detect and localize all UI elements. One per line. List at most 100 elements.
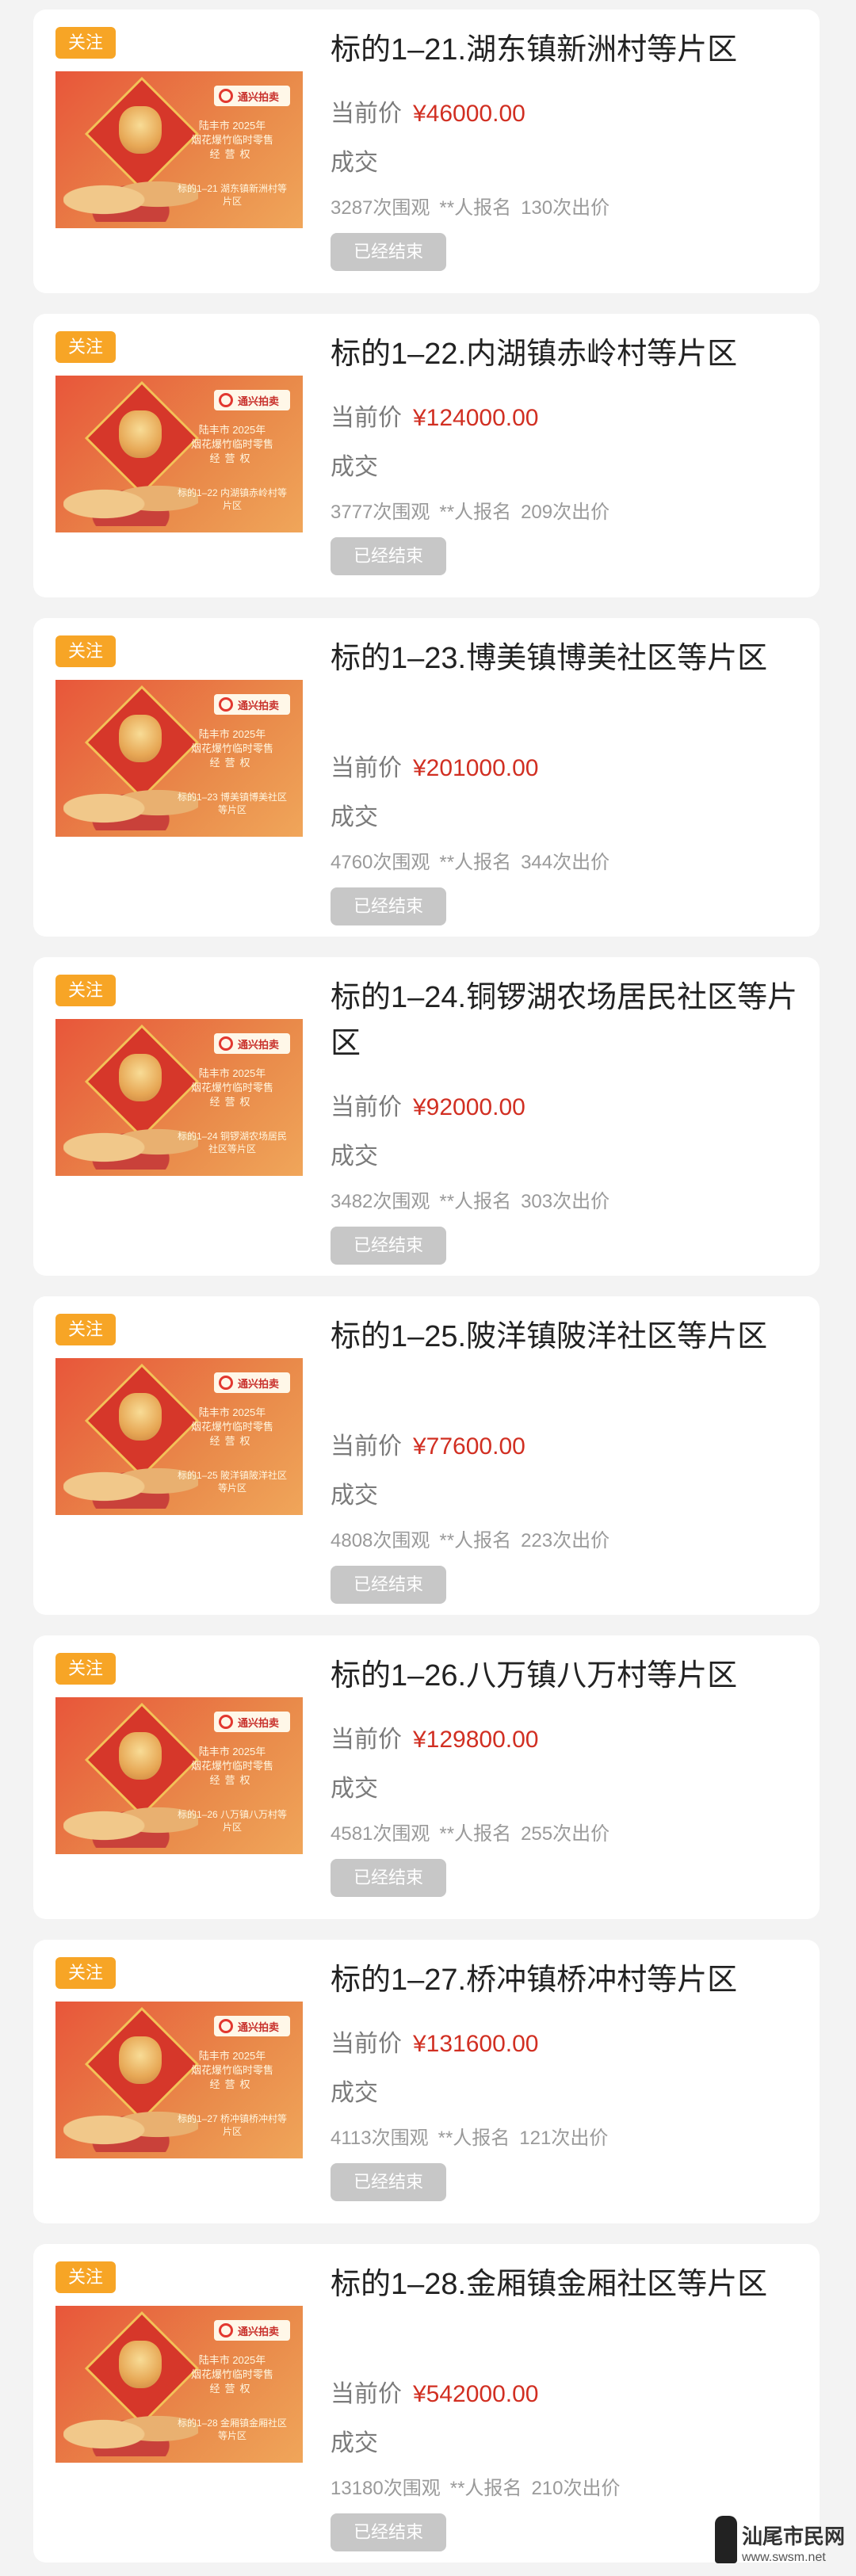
deal-status: 成交 (331, 1776, 378, 1802)
thumb-line-4: 标的1–27 桥冲镇桥冲村等片区 (177, 2113, 288, 2137)
ended-status-button[interactable]: 已经结束 (331, 1859, 446, 1897)
thumb-line-2: 烟花爆竹临时零售 (190, 2368, 273, 2380)
current-price: ¥542000.00 (413, 2381, 539, 2407)
auction-card[interactable]: 通兴拍卖 陆丰市 2025年 烟花爆竹临时零售 经营权 标的1–22 内湖镇赤岭村等片区… (33, 314, 820, 597)
thumb-line-1: 陆丰市 2025年 (198, 2050, 266, 2062)
thumb-line-2: 烟花爆竹临时零售 (190, 1760, 273, 1772)
auction-title[interactable]: 标的1–26.八万镇八万村等片区 (331, 1653, 798, 1699)
auction-stats: 4760次围观 **人报名 344次出价 (331, 849, 619, 876)
auction-thumbnail[interactable]: 通兴拍卖 陆丰市 2025年 烟花爆竹临时零售 经营权 标的1–22 内湖镇赤岭村等片区 (55, 376, 303, 532)
follow-button[interactable]: 关注 (55, 975, 117, 1006)
auction-thumbnail[interactable]: 通兴拍卖陆丰市 2025年 烟花爆竹临时零售 经营权标的1–25 陂洋镇陂洋社区等片… (55, 1358, 303, 1515)
price-label: 当前价 (331, 1727, 402, 1753)
logo-text: 通兴拍卖 (238, 90, 280, 103)
deity-figure-graphic (119, 410, 162, 458)
thumb-line-1: 陆丰市 2025年 (198, 1067, 266, 1079)
logo-mark-icon (219, 393, 233, 407)
auction-stats: 4808次围观 **人报名 223次出价 (331, 1528, 619, 1555)
view-count: 3287次围观 (331, 197, 430, 219)
logo-mark-icon (219, 697, 233, 712)
deal-status: 成交 (331, 2080, 378, 2106)
thumb-line-2: 烟花爆竹临时零售 (190, 1421, 273, 1433)
deity-figure-graphic (119, 1732, 162, 1780)
follow-button[interactable]: 关注 (55, 2261, 117, 2293)
thumb-line-1: 陆丰市 2025年 (198, 1406, 266, 1418)
auction-title[interactable]: 标的1–21.湖东镇新洲村等片区 (331, 27, 798, 73)
auction-title[interactable]: 标的1–23.博美镇博美社区等片区 (331, 635, 798, 681)
auction-thumbnail[interactable]: 通兴拍卖 陆丰市 2025年 烟花爆竹临时零售 经营权 标的1–24 铜锣湖农场居民社区… (55, 1019, 303, 1176)
ended-status-button[interactable]: 已经结束 (331, 233, 446, 271)
thumb-line-1: 陆丰市 2025年 (198, 728, 266, 740)
thumb-line-4: 标的1–22 内湖镇赤岭村等片区 (177, 487, 288, 511)
auction-stats: 4581次围观 **人报名 255次出价 (331, 1821, 619, 1848)
thumb-line-3: 经营权 (209, 452, 255, 464)
auction-thumbnail[interactable]: 通兴拍卖 陆丰市 2025年 烟花爆竹临时零售 经营权 标的1–26 八万镇八万村等片区 (55, 1697, 303, 1854)
ended-status-button[interactable]: 已经结束 (331, 1227, 446, 1265)
price-row: 当前价 ¥131600.00 (331, 2027, 539, 2062)
logo-mark-icon (219, 2323, 233, 2337)
auction-thumbnail[interactable]: 通兴拍卖 陆丰市 2025年 烟花爆竹临时零售 经营权 标的1–21 湖东镇新洲村等片区 (55, 71, 303, 228)
auction-card[interactable]: 通兴拍卖 陆丰市 2025年 烟花爆竹临时零售 经营权 标的1–28 金厢镇金厢社区等片… (33, 2244, 820, 2563)
thumb-line-3: 经营权 (209, 1774, 255, 1786)
thumb-line-2: 烟花爆竹临时零售 (190, 742, 273, 754)
thumb-line-4: 标的1–25 陂洋镇陂洋社区等片区 (177, 1470, 288, 1494)
thumb-line-1: 陆丰市 2025年 (198, 1746, 266, 1757)
ended-status-button[interactable]: 已经结束 (331, 2513, 446, 2551)
auction-card[interactable]: 通兴拍卖陆丰市 2025年 烟花爆竹临时零售 经营权标的1–25 陂洋镇陂洋社区等片… (33, 1296, 820, 1615)
follow-button[interactable]: 关注 (55, 1653, 117, 1685)
price-row: 当前价 ¥201000.00 (331, 751, 539, 786)
thumb-line-4: 标的1–26 八万镇八万村等片区 (177, 1809, 288, 1833)
ended-status-button[interactable]: 已经结束 (331, 2163, 446, 2201)
follow-button[interactable]: 关注 (55, 1957, 117, 1989)
thumb-line-1: 陆丰市 2025年 (198, 424, 266, 436)
price-label: 当前价 (331, 101, 402, 127)
signup-count: **人报名 (439, 852, 512, 873)
view-count: 4760次围观 (331, 852, 430, 873)
current-price: ¥129800.00 (413, 1727, 539, 1753)
price-label: 当前价 (331, 1433, 402, 1460)
auction-title[interactable]: 标的1–25.陂洋镇陂洋社区等片区 (331, 1314, 798, 1360)
current-price: ¥201000.00 (413, 755, 539, 781)
auction-title[interactable]: 标的1–28.金厢镇金厢社区等片区 (331, 2261, 798, 2307)
bid-count: 130次出价 (521, 197, 610, 219)
follow-button[interactable]: 关注 (55, 27, 117, 59)
auction-card[interactable]: 通兴拍卖 陆丰市 2025年 烟花爆竹临时零售 经营权 标的1–23 博美镇博美社区等片… (33, 618, 820, 937)
auction-card[interactable]: 通兴拍卖 陆丰市 2025年 烟花爆竹临时零售 经营权 标的1–26 八万镇八万村等片区… (33, 1635, 820, 1919)
bid-count: 209次出价 (521, 502, 610, 523)
view-count: 4808次围观 (331, 1530, 430, 1551)
auction-card[interactable]: 通兴拍卖 陆丰市 2025年 烟花爆竹临时零售 经营权 标的1–27 桥冲镇桥冲村等片区… (33, 1940, 820, 2223)
signup-count: **人报名 (439, 1191, 512, 1212)
auction-thumbnail[interactable]: 通兴拍卖 陆丰市 2025年 烟花爆竹临时零售 经营权 标的1–27 桥冲镇桥冲村等片区 (55, 2002, 303, 2158)
thumb-line-3: 经营权 (209, 1096, 255, 1108)
ended-status-button[interactable]: 已经结束 (331, 1566, 446, 1604)
thumb-line-3: 经营权 (209, 148, 255, 160)
follow-button[interactable]: 关注 (55, 635, 117, 667)
price-row: 当前价 ¥46000.00 (331, 97, 525, 132)
follow-button[interactable]: 关注 (55, 331, 117, 363)
watermark-figure-icon (715, 2516, 737, 2563)
site-watermark: 汕尾市民网 www.swsm.net (715, 2514, 850, 2571)
thumb-line-3: 经营权 (209, 1435, 255, 1447)
logo-mark-icon (219, 1036, 233, 1051)
auction-thumbnail[interactable]: 通兴拍卖 陆丰市 2025年 烟花爆竹临时零售 经营权 标的1–28 金厢镇金厢社区等片… (55, 2306, 303, 2463)
auction-house-logo: 通兴拍卖 (214, 1372, 290, 1393)
ended-status-button[interactable]: 已经结束 (331, 887, 446, 925)
deal-status: 成交 (331, 1143, 378, 1170)
follow-button[interactable]: 关注 (55, 1314, 117, 1345)
auction-house-logo: 通兴拍卖 (214, 694, 290, 715)
auction-title[interactable]: 标的1–22.内湖镇赤岭村等片区 (331, 331, 798, 377)
price-row: 当前价 ¥92000.00 (331, 1090, 525, 1125)
thumb-line-1: 陆丰市 2025年 (198, 120, 266, 132)
auction-title[interactable]: 标的1–24.铜锣湖农场居民社区等片区 (331, 975, 798, 1067)
auction-card[interactable]: 通兴拍卖 陆丰市 2025年 烟花爆竹临时零售 经营权 标的1–21 湖东镇新洲村等片区… (33, 10, 820, 293)
thumb-line-2: 烟花爆竹临时零售 (190, 438, 273, 450)
auction-title[interactable]: 标的1–27.桥冲镇桥冲村等片区 (331, 1957, 798, 2003)
thumb-line-4: 标的1–21 湖东镇新洲村等片区 (177, 183, 288, 207)
signup-count: **人报名 (439, 1823, 512, 1845)
deal-status: 成交 (331, 804, 378, 830)
ended-status-button[interactable]: 已经结束 (331, 537, 446, 575)
auction-card[interactable]: 通兴拍卖 陆丰市 2025年 烟花爆竹临时零售 经营权 标的1–24 铜锣湖农场居民社区… (33, 957, 820, 1276)
auction-thumbnail[interactable]: 通兴拍卖 陆丰市 2025年 烟花爆竹临时零售 经营权 标的1–23 博美镇博美社区等片… (55, 680, 303, 837)
price-label: 当前价 (331, 755, 402, 781)
logo-mark-icon (219, 1376, 233, 1390)
